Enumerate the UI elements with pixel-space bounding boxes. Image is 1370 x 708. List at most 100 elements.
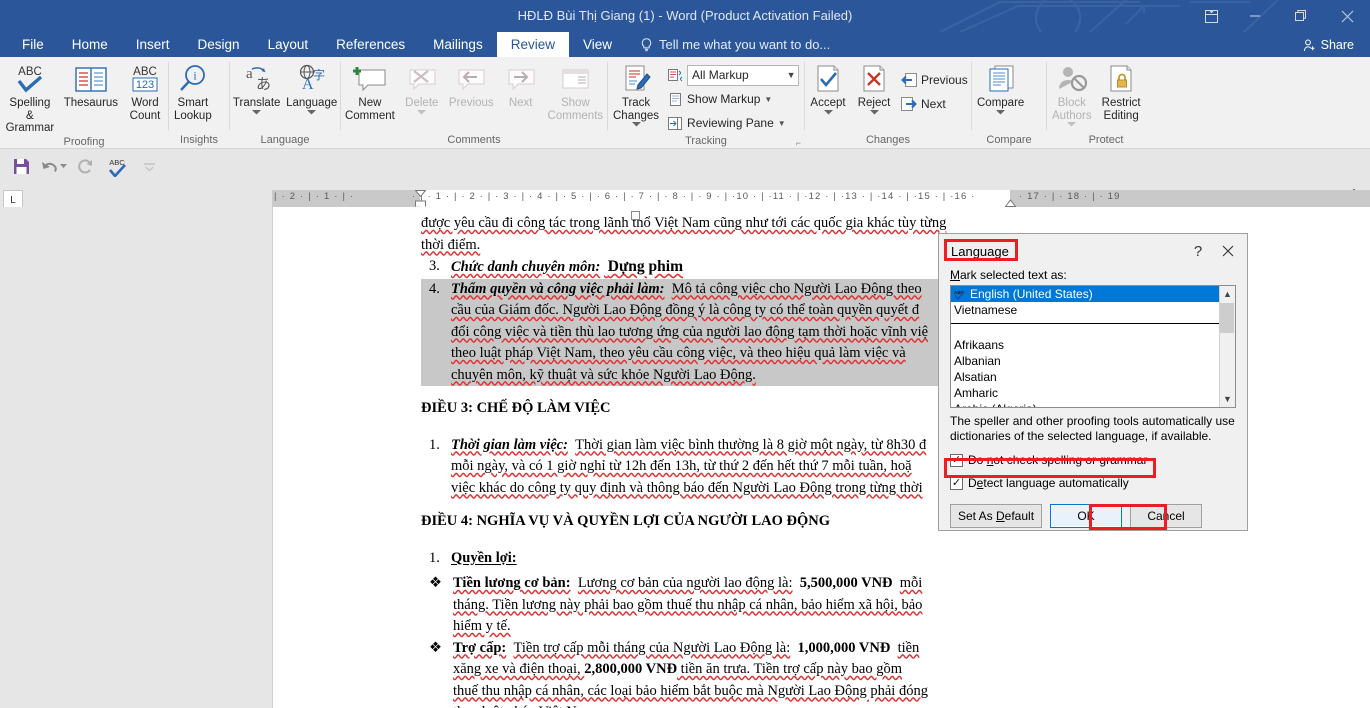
doc-line: hiểm y tế. <box>453 618 511 634</box>
ribbon-group-language: a あ Translate A 字 Language Language <box>230 57 340 149</box>
chevron-down-icon[interactable]: ▼ <box>778 119 786 128</box>
first-line-indent-marker[interactable] <box>415 190 426 197</box>
list-item-afrikaans[interactable]: Afrikaans <box>951 337 1219 353</box>
reviewing-pane-button[interactable]: Reviewing Pane ▼ <box>664 112 803 134</box>
new-comment-button[interactable]: New Comment <box>341 61 399 122</box>
spelling-check-icon[interactable]: ABC <box>102 154 132 180</box>
chevron-down-icon[interactable] <box>631 122 641 127</box>
list-item-vietnamese[interactable]: Vietnamese <box>951 302 1219 318</box>
close-icon[interactable] <box>1324 0 1370 32</box>
show-markup-button[interactable]: Show Markup ▼ <box>664 88 803 110</box>
ok-button[interactable]: OK <box>1050 504 1122 528</box>
do-not-check-label: Do not check spelling or grammar <box>968 453 1148 467</box>
list-item-amharic[interactable]: Amharic <box>951 385 1219 401</box>
chevron-down-icon[interactable] <box>869 109 879 115</box>
tab-mailings[interactable]: Mailings <box>419 32 497 57</box>
chevron-down-icon[interactable]: ▼ <box>764 95 772 104</box>
horizontal-ruler[interactable]: | · 2 · | · 1 · | · · | · 1 · | · 2 · | … <box>272 190 1370 207</box>
ribbon-display-options-icon[interactable] <box>1190 0 1232 32</box>
help-question-icon[interactable]: ? <box>1183 236 1213 266</box>
scroll-up-arrow-icon[interactable]: ▲ <box>1223 286 1232 302</box>
list-item-arabic-algeria[interactable]: Arabic (Algeria) <box>951 401 1219 407</box>
word-count-button[interactable]: ABC 123 Word Count <box>122 61 168 122</box>
chevron-down-icon[interactable] <box>1067 122 1077 127</box>
dialog-help-text: The speller and other proofing tools aut… <box>950 414 1235 443</box>
tab-view[interactable]: View <box>569 32 626 57</box>
customize-quick-access-icon[interactable] <box>134 154 164 180</box>
delete-comment-button[interactable]: Delete <box>399 61 445 115</box>
tab-review[interactable]: Review <box>496 32 569 57</box>
restore-icon[interactable] <box>1278 0 1324 32</box>
cancel-button[interactable]: Cancel <box>1130 504 1202 528</box>
list-lead: Thời gian làm việc: <box>451 436 568 453</box>
restrict-editing-button[interactable]: Restrict Editing <box>1097 61 1146 122</box>
markup-view-combo[interactable]: All Markup ▼ <box>687 64 800 86</box>
scrollbar-thumb[interactable] <box>1220 303 1234 333</box>
share-label: Share <box>1320 38 1354 52</box>
chevron-down-icon[interactable] <box>307 109 317 115</box>
tab-file[interactable]: File <box>8 32 58 57</box>
language-listbox[interactable]: ABC English (United States) Vietnamese A… <box>950 285 1236 408</box>
list-item-english[interactable]: ABC English (United States) <box>951 286 1219 302</box>
accept-button[interactable]: Accept <box>805 61 851 115</box>
chevron-down-icon[interactable]: ▼ <box>784 70 798 80</box>
reject-button[interactable]: Reject <box>851 61 897 115</box>
thesaurus-button[interactable]: Thesaurus <box>60 61 122 110</box>
translate-button[interactable]: a あ Translate <box>230 61 283 115</box>
tracking-dialog-launcher[interactable]: ⌐ <box>796 138 801 148</box>
spelling-grammar-button[interactable]: ABC Spelling & Grammar <box>0 61 60 135</box>
lightbulb-icon <box>641 37 652 51</box>
group-label-tracking: Tracking <box>685 135 727 147</box>
list-item-label: Albanian <box>954 354 1001 368</box>
language-dialog[interactable]: Language ? Mark selected text as: ABC En… <box>938 233 1248 531</box>
scroll-down-arrow-icon[interactable]: ▼ <box>1223 391 1232 407</box>
tab-design[interactable]: Design <box>184 32 254 57</box>
block-authors-button[interactable]: Block Authors <box>1047 61 1097 127</box>
chevron-down-icon[interactable] <box>823 109 833 115</box>
track-changes-button[interactable]: Track Changes <box>608 61 664 127</box>
chevron-down-icon[interactable] <box>417 109 427 115</box>
language-button[interactable]: A 字 Language <box>283 61 340 115</box>
abc-check-icon: ABC <box>954 290 965 300</box>
document-body[interactable]: được yêu cầu đi công tác trong lãnh thổ … <box>421 211 1011 708</box>
chevron-down-icon[interactable] <box>252 109 262 115</box>
previous-comment-button[interactable]: Previous <box>445 61 498 110</box>
right-indent-marker[interactable] <box>1005 199 1016 207</box>
redo-icon[interactable] <box>70 154 100 180</box>
tab-references[interactable]: References <box>322 32 419 57</box>
window-controls <box>1190 0 1370 32</box>
undo-icon[interactable] <box>38 154 68 180</box>
mark-selected-text-label: Mark selected text as: <box>950 268 1067 282</box>
markup-view-value: All Markup <box>692 68 749 82</box>
minimize-icon[interactable] <box>1232 0 1278 32</box>
doc-list-item: 1. Quyền lợi: <box>421 548 1011 570</box>
next-change-button[interactable]: Next <box>897 93 972 115</box>
detect-language-row[interactable]: ✓ Detect language automatically <box>950 476 1236 490</box>
list-item-albanian[interactable]: Albanian <box>951 353 1219 369</box>
dialog-close-icon[interactable] <box>1213 236 1243 266</box>
markup-view-icon <box>668 68 683 81</box>
share-button[interactable]: Share <box>1295 35 1362 55</box>
ribbon-group-comments: New Comment Delete Previous Next Show Co… <box>341 57 607 149</box>
compare-button[interactable]: Compare <box>972 61 1029 115</box>
chevron-down-icon[interactable] <box>59 164 67 169</box>
doc-bullet-item: ❖ Trợ cấp: Tiền trợ cấp mỗi tháng của Ng… <box>421 638 1011 660</box>
do-not-check-row[interactable]: ✓ Do not check spelling or grammar <box>950 453 1236 467</box>
detect-language-checkbox[interactable]: ✓ <box>950 476 963 490</box>
tab-home[interactable]: Home <box>58 32 122 57</box>
list-item-alsatian[interactable]: Alsatian <box>951 369 1219 385</box>
save-icon[interactable] <box>6 154 36 180</box>
doc-line: theo luật pháp Việt Nam, theo yêu cầu cô… <box>421 343 1011 365</box>
ribbon-group-changes: Accept Reject Previous Next Changes <box>805 57 971 149</box>
hanging-indent-marker[interactable] <box>415 199 426 207</box>
tab-insert[interactable]: Insert <box>122 32 184 57</box>
tell-me-box[interactable]: Tell me what you want to do... <box>640 32 830 57</box>
chevron-down-icon[interactable] <box>996 109 1006 115</box>
show-comments-button[interactable]: Show Comments <box>544 61 607 122</box>
tab-layout[interactable]: Layout <box>254 32 323 57</box>
next-comment-button[interactable]: Next <box>498 61 544 110</box>
do-not-check-checkbox[interactable]: ✓ <box>950 453 963 467</box>
previous-change-button[interactable]: Previous <box>897 69 972 91</box>
smart-lookup-button[interactable]: i Smart Lookup <box>169 61 217 122</box>
set-as-default-button[interactable]: Set As Default <box>950 504 1042 528</box>
